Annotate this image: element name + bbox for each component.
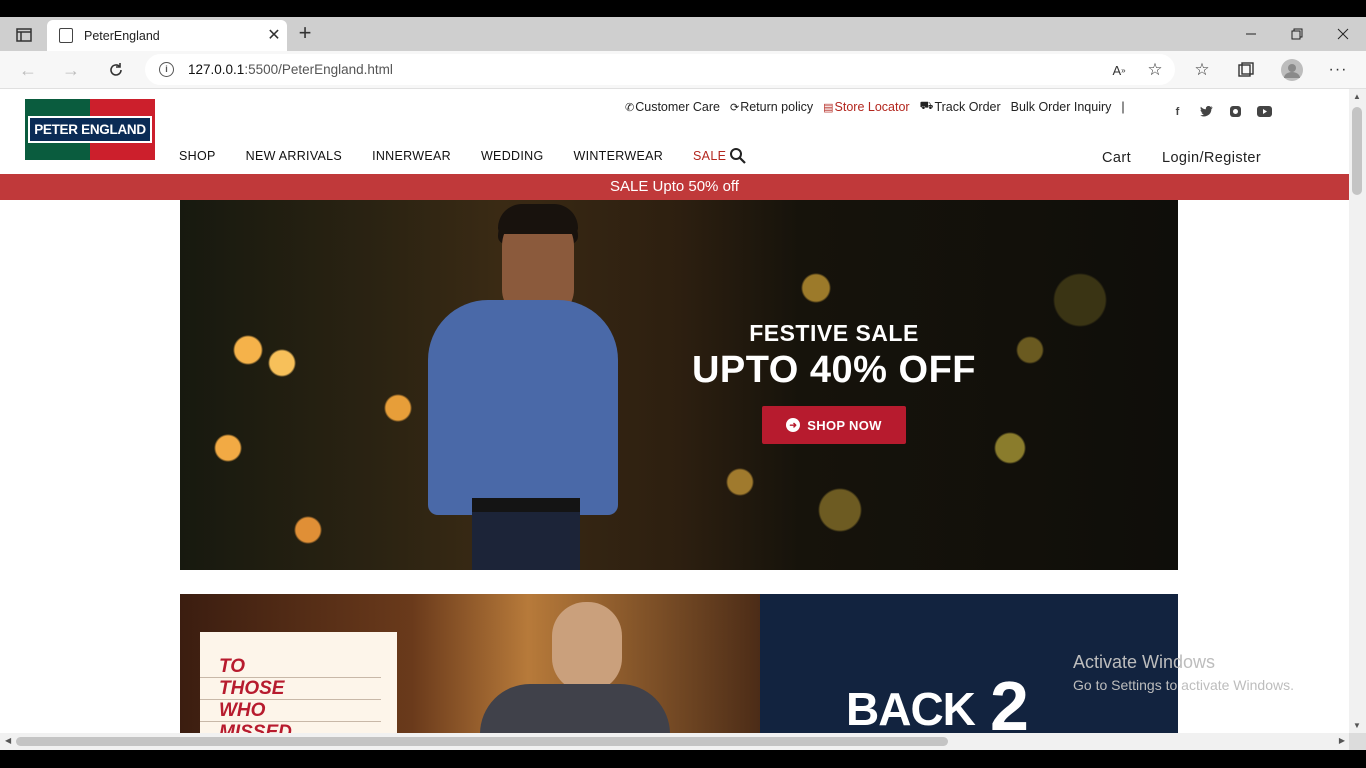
top-links: ✆ Customer Care ⟳ Return policy ▤ Store Loc… (625, 100, 1125, 114)
vertical-scrollbar[interactable]: ▲ ▼ (1349, 89, 1366, 733)
main-nav: SHOP NEW ARRIVALS INNERWEAR WEDDING WINT… (179, 149, 756, 163)
tab-actions-icon[interactable] (8, 22, 40, 48)
scroll-left-icon[interactable]: ◀ (5, 736, 11, 745)
store-locator-link[interactable]: ▤ Store Locator (823, 100, 909, 114)
activate-windows-title: Activate Windows (1073, 652, 1216, 672)
social-links: f (1170, 104, 1272, 119)
twitter-icon[interactable] (1199, 104, 1214, 119)
address-bar[interactable]: i 127.0.0.1:5500/PeterEngland.html (145, 54, 1175, 85)
secondary-banner[interactable]: TO THOSE WHO MISSED BACK 2 (180, 594, 1178, 733)
scroll-right-icon[interactable]: ▶ (1339, 736, 1345, 745)
arrow-right-icon: ➜ (786, 418, 801, 432)
store-icon: ▤ (823, 101, 834, 114)
hero-model-hair (498, 204, 578, 234)
read-aloud-icon[interactable]: A» (1106, 57, 1132, 83)
search-icon[interactable] (729, 147, 747, 165)
hero-model-pants (472, 505, 580, 570)
banner-model-suit (480, 684, 670, 733)
minimize-icon[interactable] (1228, 21, 1274, 47)
hero-headline: UPTO 40% OFF (691, 349, 977, 391)
forward-icon[interactable]: → (57, 57, 85, 83)
nav-innerwear[interactable]: INNERWEAR (372, 149, 451, 163)
horizontal-scrollbar[interactable]: ◀ ▶ (0, 733, 1349, 750)
return-policy-link[interactable]: ⟳ Return policy (730, 100, 813, 114)
site-info-icon[interactable]: i (159, 62, 174, 77)
url-text[interactable]: 127.0.0.1:5500/PeterEngland.html (188, 62, 393, 77)
tab-close-icon[interactable]: ✕ (261, 27, 287, 44)
hero-model-shirt (428, 300, 618, 515)
top-links-divider: | (1121, 100, 1125, 114)
favorites-icon[interactable]: ☆ (1189, 57, 1215, 83)
hero-kicker: FESTIVE SALE (749, 320, 919, 346)
hero-banner[interactable]: FESTIVE SALE UPTO 40% OFF ➜ SHOP NOW (180, 200, 1178, 570)
banner-promo-text: BACK (846, 683, 976, 733)
instagram-icon[interactable] (1228, 104, 1243, 119)
scrollbar-corner (1349, 733, 1366, 750)
tab-strip: PeterEngland ✕ + (0, 17, 1366, 51)
login-register-link[interactable]: Login/Register (1162, 150, 1261, 166)
page-favicon-icon (59, 28, 73, 43)
nav-winterwear[interactable]: WINTERWEAR (573, 149, 663, 163)
collections-icon[interactable] (1233, 57, 1259, 83)
sale-banner-bar[interactable]: SALE Upto 50% off (0, 174, 1349, 200)
bulk-order-link[interactable]: Bulk Order Inquiry (1011, 100, 1112, 114)
activate-windows-watermark: Activate Windows Go to Settings to activ… (1073, 652, 1294, 693)
nav-wedding[interactable]: WEDDING (481, 149, 544, 163)
truck-icon: ⛟ (919, 100, 934, 112)
scroll-up-icon[interactable]: ▲ (1353, 92, 1361, 101)
banner-promo-number: 2 (990, 667, 1029, 733)
page-viewport: PETER ENGLAND ✆ Customer Care ⟳ Return pol… (0, 89, 1349, 733)
customer-care-link[interactable]: ✆ Customer Care (625, 100, 720, 114)
vertical-scroll-thumb[interactable] (1352, 107, 1362, 195)
browser-tab[interactable]: PeterEngland ✕ (47, 20, 287, 51)
brand-logo[interactable]: PETER ENGLAND (25, 99, 155, 160)
restore-icon[interactable] (1274, 21, 1320, 47)
scroll-down-icon[interactable]: ▼ (1353, 721, 1361, 730)
hero-model-belt (472, 498, 580, 512)
browser-window: PeterEngland ✕ + ← → i 127.0.0.1:5500/Pe… (0, 17, 1366, 750)
cart-link[interactable]: Cart (1102, 150, 1131, 166)
nav-sale[interactable]: SALE (693, 149, 726, 163)
facebook-icon[interactable]: f (1170, 104, 1185, 119)
banner-model-face (552, 602, 622, 692)
activate-windows-subtitle: Go to Settings to activate Windows. (1073, 677, 1294, 693)
reload-icon[interactable] (102, 57, 130, 83)
add-favorite-icon[interactable]: ☆ (1142, 57, 1168, 83)
youtube-icon[interactable] (1257, 104, 1272, 119)
profile-avatar-icon[interactable] (1279, 57, 1305, 83)
hero-text: FESTIVE SALE UPTO 40% OFF ➜ SHOP NOW (680, 320, 988, 444)
horizontal-scroll-thumb[interactable] (16, 737, 948, 746)
new-tab-button[interactable]: + (292, 22, 318, 45)
back-icon[interactable]: ← (14, 57, 42, 83)
close-window-icon[interactable] (1320, 21, 1366, 47)
phone-icon: ✆ (625, 101, 635, 114)
return-icon: ⟳ (729, 101, 740, 114)
shop-now-button[interactable]: ➜ SHOP NOW (762, 406, 906, 444)
track-order-link[interactable]: ⛟ Track Order (920, 100, 1001, 114)
banner-text-card: TO THOSE WHO MISSED (200, 632, 397, 733)
nav-shop[interactable]: SHOP (179, 149, 216, 163)
nav-new-arrivals[interactable]: NEW ARRIVALS (246, 149, 342, 163)
browser-toolbar: ← → i 127.0.0.1:5500/PeterEngland.html A… (0, 51, 1366, 89)
more-menu-icon[interactable]: ··· (1325, 57, 1351, 83)
tab-title: PeterEngland (84, 28, 160, 43)
